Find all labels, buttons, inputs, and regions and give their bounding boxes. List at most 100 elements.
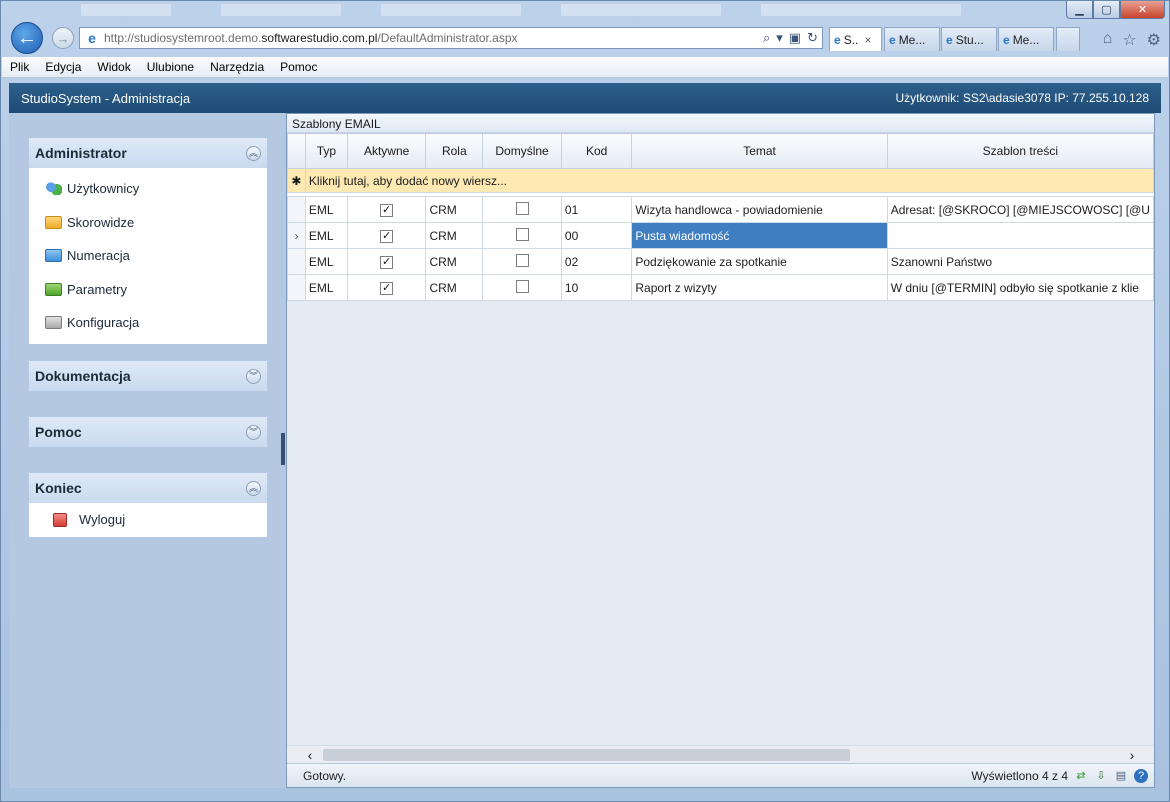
cell-rola[interactable]: CRM — [425, 248, 484, 275]
scroll-left-icon[interactable]: ‹ — [301, 746, 319, 764]
column-header-szablon[interactable]: Szablon treści — [886, 133, 1154, 169]
horizontal-scrollbar[interactable]: ‹ › — [287, 745, 1154, 763]
cell-szablon[interactable] — [886, 222, 1154, 249]
cell-szablon[interactable]: Szanowni Państwo — [886, 248, 1154, 275]
section-header[interactable]: Pomoc ︾ — [29, 417, 267, 447]
column-header-rola[interactable]: Rola — [425, 133, 484, 169]
refresh-icon[interactable]: ↻ — [807, 30, 818, 46]
cell-szablon[interactable]: W dniu [@TERMIN] odbyło się spotkanie z … — [886, 274, 1154, 301]
cell-rola[interactable]: CRM — [425, 222, 484, 249]
browser-tab[interactable]: e Stu... — [941, 27, 997, 51]
cell-kod[interactable]: 10 — [560, 274, 633, 301]
aktywne-checkbox[interactable]: ✓ — [380, 282, 394, 295]
menu-edycja[interactable]: Edycja — [37, 60, 89, 74]
row-indicator[interactable] — [287, 274, 306, 301]
domyslne-checkbox[interactable] — [515, 253, 529, 267]
sidebar-item-numeracja[interactable]: Numeracja — [29, 239, 267, 273]
cell-kod[interactable]: 02 — [560, 248, 633, 275]
section-header[interactable]: Dokumentacja ︾ — [29, 361, 267, 391]
address-bar[interactable]: e http://studiosystemroot.demo.softwares… — [79, 27, 823, 49]
column-header-aktywne[interactable]: Aktywne — [346, 133, 427, 169]
cell-aktywne[interactable]: ✓ — [346, 196, 427, 223]
cell-typ[interactable]: EML — [304, 222, 348, 249]
search-icon[interactable]: ⌕ — [763, 30, 770, 46]
minimize-icon[interactable]: ▁ — [1066, 1, 1093, 19]
cell-temat-selected[interactable]: Pusta wiadomość — [631, 222, 888, 249]
refresh-icon[interactable]: ⇄ — [1074, 769, 1088, 783]
back-button[interactable]: ← — [11, 22, 43, 54]
home-icon[interactable]: ⌂ — [1103, 30, 1113, 50]
cell-domyslne[interactable] — [482, 196, 562, 223]
aktywne-checkbox[interactable]: ✓ — [380, 230, 394, 243]
splitter-grip[interactable] — [281, 433, 285, 465]
cell-rola[interactable]: CRM — [425, 274, 484, 301]
sidebar-item-parametry[interactable]: Parametry — [29, 273, 267, 307]
cell-typ[interactable]: EML — [304, 274, 348, 301]
aktywne-checkbox[interactable]: ✓ — [380, 204, 394, 217]
cell-kod[interactable]: 00 — [560, 222, 633, 249]
row-indicator[interactable] — [287, 196, 306, 223]
table-row[interactable]: EML ✓ CRM 02 Podziękowanie za spotkanie … — [287, 248, 1154, 275]
expand-chevron-icon[interactable]: ︾ — [246, 424, 261, 440]
new-row-prompt[interactable]: Kliknij tutaj, aby dodać nowy wiersz... — [304, 168, 1154, 193]
print-icon[interactable]: ▤ — [1114, 769, 1128, 783]
compatibility-icon[interactable]: ▣ — [789, 30, 801, 46]
cell-temat[interactable]: Wizyta handlowca - powiadomienie — [631, 196, 888, 223]
sidebar-item-konfiguracja[interactable]: Konfiguracja — [29, 306, 267, 340]
sidebar-item-uzytkownicy[interactable]: Użytkownicy — [29, 172, 267, 206]
column-header-domyslne[interactable]: Domyślne — [482, 133, 562, 169]
cell-kod[interactable]: 01 — [560, 196, 633, 223]
new-tab-button[interactable] — [1056, 27, 1080, 51]
menu-narzedzia[interactable]: Narzędzia — [202, 60, 272, 74]
cell-szablon[interactable]: Adresat: [@SKROCO] [@MIEJSCOWOSC] [@U — [886, 196, 1154, 223]
cell-domyslne[interactable] — [482, 222, 562, 249]
expand-chevron-icon[interactable]: ︾ — [246, 368, 261, 384]
forward-button[interactable]: → — [52, 27, 74, 49]
current-row-arrow-icon[interactable]: › — [287, 222, 306, 249]
favorites-star-icon[interactable]: ☆ — [1122, 30, 1136, 50]
cell-typ[interactable]: EML — [304, 248, 348, 275]
section-header[interactable]: Administrator ︽ — [29, 138, 267, 168]
aktywne-checkbox[interactable]: ✓ — [380, 256, 394, 269]
cell-temat[interactable]: Podziękowanie za spotkanie — [631, 248, 888, 275]
cell-domyslne[interactable] — [482, 248, 562, 275]
table-row[interactable]: EML ✓ CRM 01 Wizyta handlowca - powiadom… — [287, 196, 1154, 223]
close-window-icon[interactable]: ✕ — [1120, 1, 1165, 19]
cell-rola[interactable]: CRM — [425, 196, 484, 223]
maximize-icon[interactable]: ▢ — [1093, 1, 1120, 19]
domyslne-checkbox[interactable] — [515, 279, 529, 293]
menu-pomoc[interactable]: Pomoc — [272, 60, 325, 74]
dropdown-icon[interactable]: ▾ — [776, 30, 783, 46]
browser-tab[interactable]: e Me... — [998, 27, 1054, 51]
collapse-chevron-icon[interactable]: ︽ — [246, 480, 261, 496]
address-url[interactable]: http://studiosystemroot.demo.softwarestu… — [104, 31, 518, 45]
menu-plik[interactable]: Plik — [2, 60, 37, 74]
column-header-temat[interactable]: Temat — [631, 133, 888, 169]
scrollbar-thumb[interactable] — [323, 749, 850, 761]
section-header[interactable]: Koniec ︽ — [29, 473, 267, 503]
row-indicator[interactable] — [287, 248, 306, 275]
browser-tab-active[interactable]: e S.. × — [829, 27, 882, 51]
domyslne-checkbox[interactable] — [515, 227, 529, 241]
sidebar-item-skorowidze[interactable]: Skorowidze — [29, 206, 267, 240]
cell-aktywne[interactable]: ✓ — [346, 248, 427, 275]
domyslne-checkbox[interactable] — [515, 201, 529, 215]
cell-aktywne[interactable]: ✓ — [346, 222, 427, 249]
export-icon[interactable]: ⇩ — [1094, 769, 1108, 783]
browser-tab[interactable]: e Me... — [884, 27, 940, 51]
cell-temat[interactable]: Raport z wizyty — [631, 274, 888, 301]
column-header-kod[interactable]: Kod — [560, 133, 633, 169]
menu-widok[interactable]: Widok — [89, 60, 138, 74]
collapse-chevron-icon[interactable]: ︽ — [246, 145, 261, 161]
gear-icon[interactable]: ⚙ — [1147, 30, 1161, 50]
menu-ulubione[interactable]: Ulubione — [139, 60, 202, 74]
table-row[interactable]: EML ✓ CRM 10 Raport z wizyty W dniu [@TE… — [287, 274, 1154, 301]
cell-domyslne[interactable] — [482, 274, 562, 301]
help-icon[interactable]: ? — [1134, 768, 1148, 783]
scroll-right-icon[interactable]: › — [1123, 746, 1141, 764]
tab-close-icon[interactable]: × — [864, 33, 871, 47]
table-row-selected[interactable]: › EML ✓ CRM 00 Pusta wiadomość — [287, 222, 1154, 249]
cell-aktywne[interactable]: ✓ — [346, 274, 427, 301]
sidebar-item-wyloguj[interactable]: Wyloguj — [29, 503, 267, 537]
column-header-typ[interactable]: Typ — [304, 133, 348, 169]
